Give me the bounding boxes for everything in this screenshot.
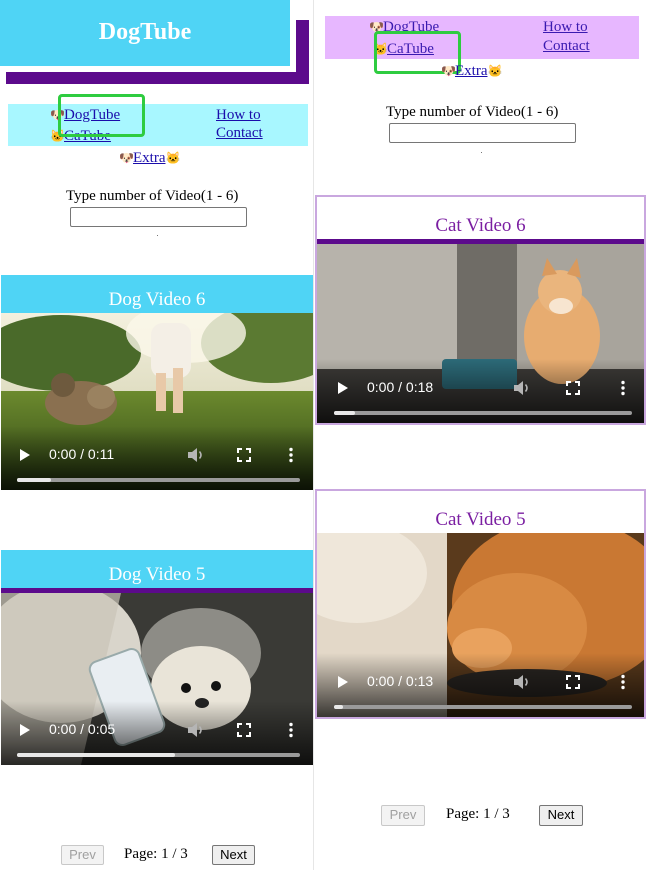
fullscreen-icon[interactable] (566, 381, 580, 395)
play-icon[interactable] (19, 448, 31, 462)
video-title: Cat Video 5 (435, 509, 526, 530)
more-options-icon[interactable] (621, 674, 625, 690)
site-logo: DogTube (98, 19, 192, 45)
prev-button[interactable]: Prev (61, 845, 104, 865)
video-time: 0:00 / 0:05 (49, 721, 116, 737)
video-player[interactable]: 0:00 / 0:13 (317, 533, 644, 717)
video-controls: 0:00 / 0:11 (1, 426, 313, 490)
video-number-label: Type number of Video(1 - 6) (386, 104, 559, 120)
next-button[interactable]: Next (539, 805, 583, 826)
more-options-icon[interactable] (621, 380, 625, 396)
dog-emoji-icon: 🐶 (119, 151, 134, 165)
video-title: Dog Video 6 (1, 275, 313, 313)
more-options-icon[interactable] (289, 722, 293, 738)
nav-bar: 🐶DogTube 🐱CaTube How to Contact (8, 104, 308, 146)
nav-link-extra[interactable]: 🐶Extra🐱 (441, 63, 503, 80)
video-title: Dog Video 5 (1, 550, 313, 588)
video-progress-fill (334, 705, 343, 709)
prev-button[interactable]: Prev (381, 805, 425, 826)
video-controls: 0:00 / 0:18 (317, 359, 644, 423)
video-player[interactable]: 0:00 / 0:05 (1, 593, 313, 765)
nav-link-how-to[interactable]: How to (216, 107, 261, 124)
cat-emoji-icon: 🐱 (487, 64, 503, 78)
video-controls: 0:00 / 0:05 (1, 701, 313, 765)
video-progress-fill (334, 411, 355, 415)
separator-dot (157, 235, 158, 236)
play-icon[interactable] (337, 381, 349, 395)
page-indicator: Page: 1 / 3 (124, 846, 188, 862)
more-options-icon[interactable] (289, 447, 293, 463)
cat-emoji-icon: 🐱 (165, 151, 181, 165)
next-button[interactable]: Next (212, 845, 255, 865)
nav-link-how-to[interactable]: How to (543, 19, 588, 36)
video-card: Cat Video 5 0:00 / 0:13 (315, 489, 646, 719)
page-indicator: Page: 1 / 3 (446, 806, 510, 822)
fullscreen-icon[interactable] (237, 448, 251, 462)
video-number-label: Type number of Video(1 - 6) (66, 188, 239, 204)
nav-link-contact[interactable]: Contact (543, 38, 590, 55)
video-progress-fill (17, 478, 51, 482)
video-progress-bar[interactable] (334, 705, 632, 709)
video-progress-fill (17, 753, 176, 757)
video-time: 0:00 / 0:13 (367, 673, 434, 689)
highlight-box (58, 94, 145, 137)
play-icon[interactable] (337, 675, 349, 689)
video-progress-bar[interactable] (17, 478, 300, 482)
video-player[interactable]: 0:00 / 0:18 (317, 244, 644, 423)
volume-icon[interactable] (513, 674, 531, 690)
fullscreen-icon[interactable] (237, 723, 251, 737)
video-card: Dog Video 5 0:00 / 0:05 (1, 550, 313, 765)
video-time: 0:00 / 0:11 (49, 446, 115, 462)
video-time: 0:00 / 0:18 (367, 379, 434, 395)
volume-icon[interactable] (187, 447, 205, 463)
video-controls: 0:00 / 0:13 (317, 653, 644, 717)
video-player[interactable]: 0:00 / 0:11 (1, 313, 313, 490)
video-card: Dog Video 6 0:00 / 0:11 (1, 275, 313, 490)
volume-icon[interactable] (187, 722, 205, 738)
dog-emoji-icon: 🐶 (441, 64, 456, 78)
play-icon[interactable] (19, 723, 31, 737)
nav-link-extra[interactable]: 🐶Extra🐱 (119, 150, 181, 167)
nav-link-contact[interactable]: Contact (216, 125, 263, 142)
volume-icon[interactable] (513, 380, 531, 396)
video-card: Cat Video 6 0:00 / 0:18 (315, 195, 646, 425)
fullscreen-icon[interactable] (566, 675, 580, 689)
video-number-input[interactable] (389, 123, 576, 143)
video-progress-bar[interactable] (334, 411, 632, 415)
column-divider (313, 0, 314, 870)
separator-dot (481, 152, 482, 153)
video-title: Cat Video 6 (435, 215, 526, 236)
video-number-input[interactable] (70, 207, 247, 227)
video-progress-bar[interactable] (17, 753, 300, 757)
nav-bar: 🐶DogTube 🐱CaTube How to Contact (325, 16, 639, 59)
